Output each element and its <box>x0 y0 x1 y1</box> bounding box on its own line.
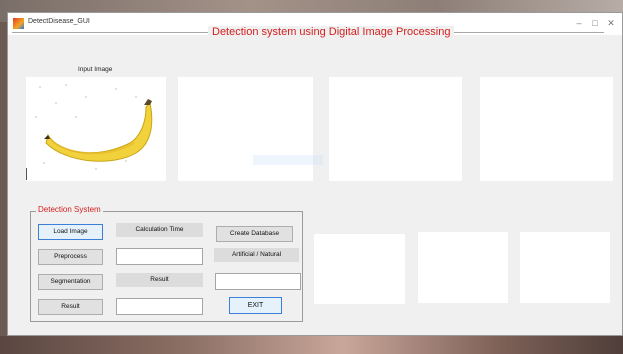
load-image-button[interactable]: Load Image <box>38 224 103 240</box>
input-image-label: Input Image <box>78 66 113 73</box>
output-image-axes-4 <box>314 234 405 304</box>
minimize-button[interactable]: – <box>571 16 587 30</box>
window-title: DetectDisease_GUI <box>28 18 90 25</box>
maximize-button[interactable]: □ <box>587 16 603 30</box>
faint-overlay <box>253 155 323 165</box>
input-image-axes <box>26 77 166 181</box>
output-image-axes-3 <box>480 77 613 181</box>
artificial-natural-label: Artificial / Natural <box>214 248 299 262</box>
banana-image <box>35 84 153 170</box>
output-image-axes-2 <box>329 77 462 181</box>
desktop-background-bottom <box>0 336 623 354</box>
create-database-button[interactable]: Create Database <box>216 226 293 242</box>
output-image-axes-5 <box>418 232 508 303</box>
close-button[interactable]: ✕ <box>603 16 619 30</box>
calculation-time-field[interactable] <box>116 248 203 265</box>
result-field[interactable] <box>116 298 203 315</box>
calculation-time-label: Calculation Time <box>116 223 203 237</box>
preprocess-button[interactable]: Preprocess <box>38 249 103 265</box>
result-button[interactable]: Result <box>38 299 103 315</box>
classification-field[interactable] <box>215 273 301 290</box>
output-image-axes-1 <box>178 77 313 181</box>
segmentation-button[interactable]: Segmentation <box>38 274 103 290</box>
output-image-axes-6 <box>520 232 610 303</box>
detection-system-title: Detection System <box>36 205 103 214</box>
exit-button[interactable]: EXIT <box>229 297 282 314</box>
axes-marker <box>26 168 27 180</box>
matlab-app-icon <box>13 18 24 29</box>
result-label: Result <box>116 273 203 287</box>
page-heading: Detection system using Digital Image Pro… <box>208 26 455 38</box>
